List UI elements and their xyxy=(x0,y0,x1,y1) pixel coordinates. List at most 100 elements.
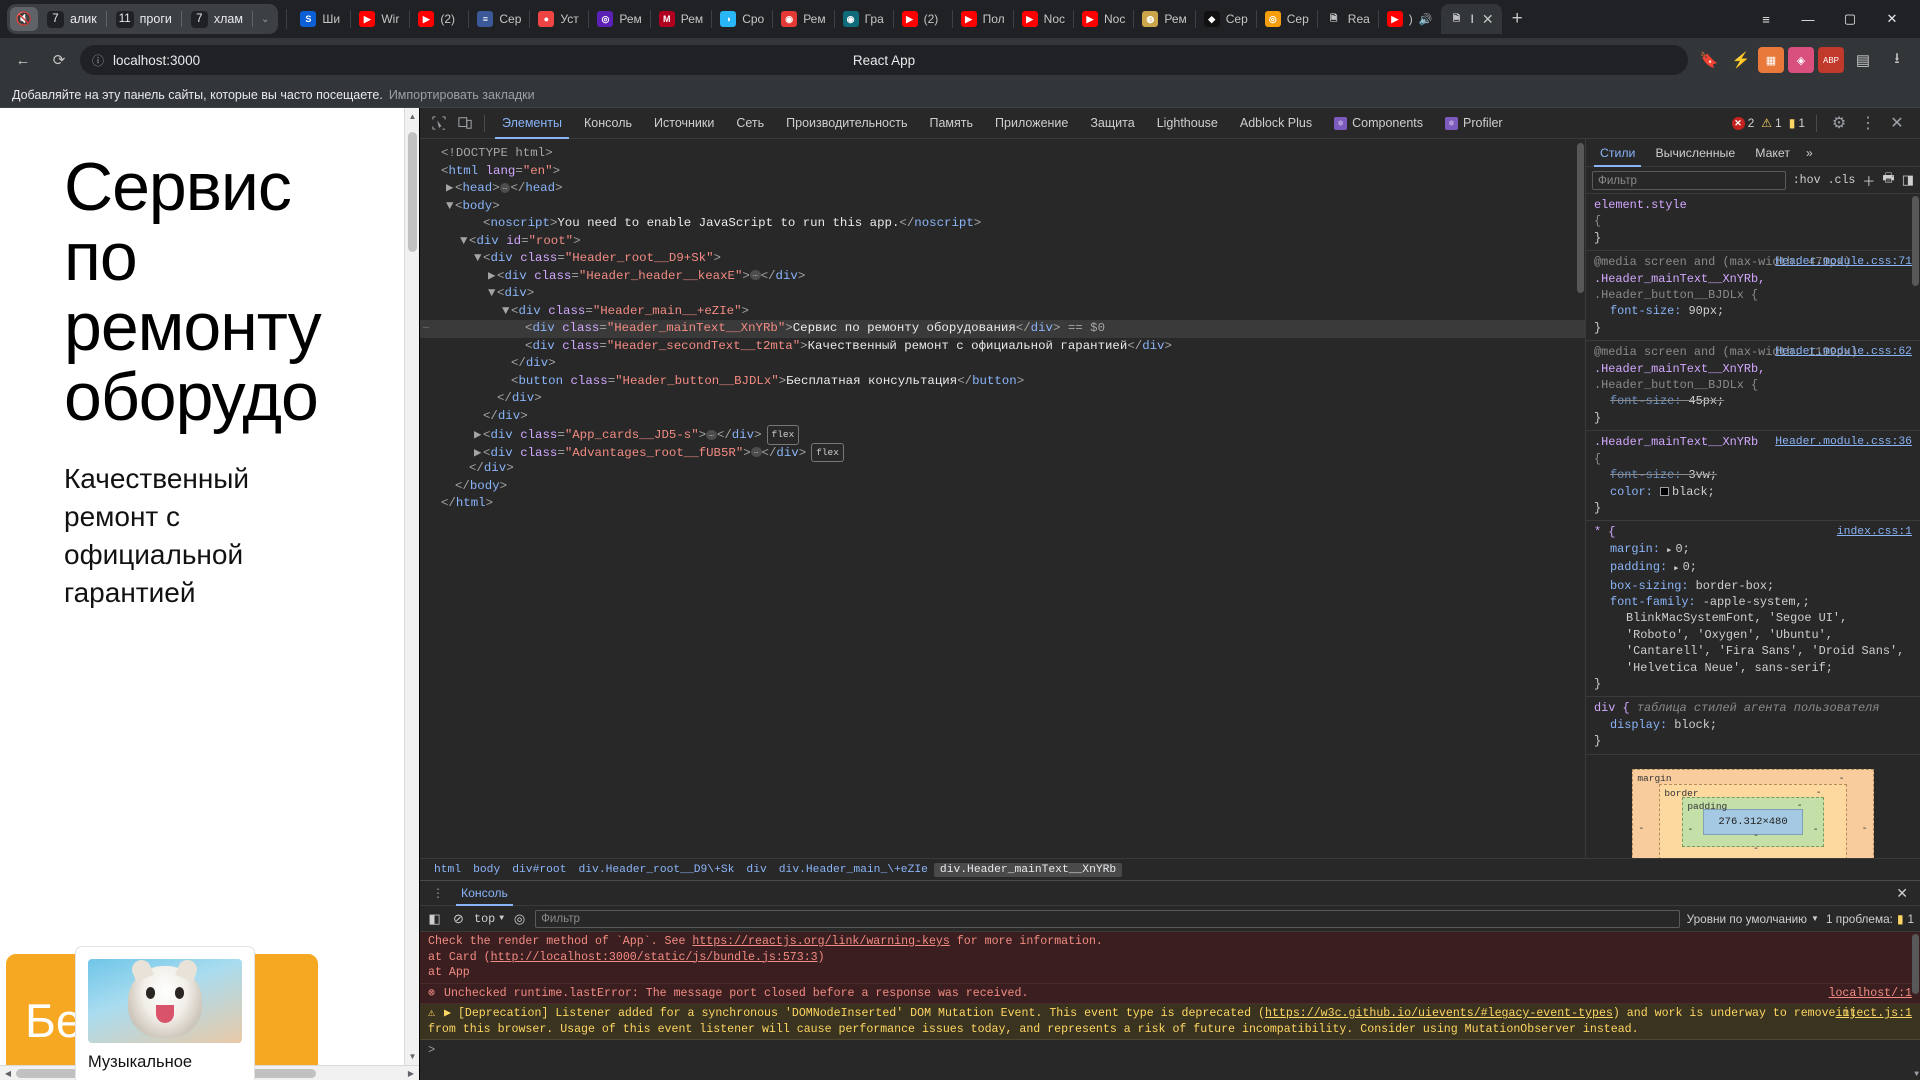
tab-10[interactable]: ▶ (2) xyxy=(894,4,952,34)
breadcrumb-item[interactable]: html xyxy=(428,863,467,877)
box-model-diagram[interactable]: margin - - - - border - - xyxy=(1586,755,1920,858)
live-expression-icon[interactable]: ◎ xyxy=(511,911,528,927)
console-message-warning[interactable]: inject.js:1 ⚠ ▶ [Deprecation] Listener add… xyxy=(420,1004,1920,1040)
tab-18[interactable]: ▶) 🔊 xyxy=(1379,4,1441,34)
tab-13[interactable]: ▶ Noc xyxy=(1074,4,1133,34)
tab-7[interactable]: ◑ Сро xyxy=(712,4,772,34)
devtools-tab-сеть[interactable]: Сеть xyxy=(725,108,775,139)
tab-3[interactable]: ≡ Сер xyxy=(469,4,529,34)
console-link[interactable]: https://reactjs.org/link/warning-keys xyxy=(692,935,949,948)
dom-line[interactable]: ▶ <div class="Header_header__keaxE">… </di… xyxy=(420,268,1585,286)
minimize-button[interactable]: — xyxy=(1788,4,1828,34)
user-agent-rule[interactable]: div { таблица стилей агента пользователя… xyxy=(1586,697,1920,755)
disclosure-triangle-icon[interactable]: ▶ xyxy=(488,268,497,286)
css-declaration[interactable]: 'Cantarell', 'Fira Sans', 'Droid Sans', xyxy=(1594,643,1912,659)
breadcrumb-item[interactable]: body xyxy=(467,863,506,877)
css-declaration[interactable]: font-size: 45px; xyxy=(1594,393,1912,409)
reload-icon[interactable]: ⟳ xyxy=(44,45,74,75)
rule-source-link[interactable]: index.css:1 xyxy=(1837,524,1912,540)
styles-scroll-thumb[interactable] xyxy=(1912,196,1919,286)
service-card[interactable]: Музыкальное xyxy=(76,947,254,1080)
disclosure-triangle-icon[interactable] xyxy=(516,320,525,338)
css-declaration[interactable]: color: black; xyxy=(1594,484,1912,500)
disclosure-triangle-icon[interactable] xyxy=(488,390,497,408)
tab-15[interactable]: ◆ Сер xyxy=(1196,4,1256,34)
devtools-tab-components[interactable]: ⚛ Components xyxy=(1323,108,1434,139)
dom-line[interactable]: ▼ <div class="Header_main__+eZIe"> xyxy=(420,303,1585,321)
devtools-tab-источники[interactable]: Источники xyxy=(643,108,725,139)
scroll-right-arrow-icon[interactable]: ▶ xyxy=(403,1066,419,1080)
tab-group-item-хлам[interactable]: 7 хлам xyxy=(184,7,250,31)
styles-filter-input[interactable]: Фильтр xyxy=(1592,170,1786,190)
css-declaration[interactable]: 'Roboto', 'Oxygen', 'Ubuntu', xyxy=(1594,627,1912,643)
dom-tree-pane[interactable]: <!DOCTYPE html> <html lang="en"> ▶ <head>…… xyxy=(420,139,1585,858)
dom-scroll-thumb[interactable] xyxy=(1577,143,1584,293)
universal-rule[interactable]: index.css:1 * {margin: ▶ 0; padding: ▶ 0; b… xyxy=(1586,521,1920,698)
devtools-tab-производительность[interactable]: Производительность xyxy=(775,108,918,139)
console-problems-indicator[interactable]: 1 проблема: ▮ 1 xyxy=(1826,912,1914,926)
dom-line[interactable]: </html> xyxy=(420,495,1585,513)
console-message-error[interactable]: localhost/:1 ⊗ Unchecked runtime.lastError… xyxy=(420,983,1920,1004)
disclosure-triangle-icon[interactable] xyxy=(432,495,441,513)
devtools-tab-lighthouse[interactable]: Lighthouse xyxy=(1146,108,1229,139)
devtools-tab-элементы[interactable]: Элементы xyxy=(491,108,573,139)
tab-17[interactable]: 🗎 Rea xyxy=(1318,4,1378,34)
console-prompt[interactable]: > xyxy=(420,1040,1920,1060)
dom-line[interactable]: </div> xyxy=(420,460,1585,478)
bookmark-icon[interactable]: 🔖 xyxy=(1694,45,1724,75)
error-count[interactable]: ✕ 2 xyxy=(1730,116,1757,130)
tab-16[interactable]: ◎ Сер xyxy=(1257,4,1317,34)
breadcrumb-item[interactable]: div#root xyxy=(506,863,572,877)
console-scroll-thumb[interactable] xyxy=(1912,934,1919,994)
disclosure-triangle-icon[interactable]: ▼ xyxy=(446,198,455,216)
collapsed-children-icon[interactable]: … xyxy=(706,429,717,440)
vertical-scroll-thumb[interactable] xyxy=(408,132,417,252)
back-arrow-icon[interactable]: ← xyxy=(8,45,38,75)
close-icon[interactable]: ✕ xyxy=(1884,110,1910,136)
close-button[interactable]: ✕ xyxy=(1872,4,1912,34)
tab-group-item-алик[interactable]: 7 алик xyxy=(40,7,104,31)
disclosure-triangle-icon[interactable] xyxy=(502,355,511,373)
dom-line[interactable]: <noscript>You need to enable JavaScript … xyxy=(420,215,1585,233)
styles-rules-list[interactable]: element.style{} Header.module.css:71 @medi… xyxy=(1586,194,1920,858)
css-declaration[interactable]: box-sizing: border-box; xyxy=(1594,578,1912,594)
rule-source-link[interactable]: Header.module.css:36 xyxy=(1775,434,1912,450)
console-scrollbar[interactable]: ▲ ▼ xyxy=(1911,932,1920,1080)
dom-line[interactable]: <html lang="en"> xyxy=(420,163,1585,181)
dom-line[interactable]: <div class="Header_mainText__XnYRb">Серв… xyxy=(420,318,1585,338)
breadcrumb-item[interactable]: div.Header_mainText__XnYRb xyxy=(933,862,1123,877)
maximize-button[interactable]: ▢ xyxy=(1830,4,1870,34)
dom-line[interactable]: <!DOCTYPE html> xyxy=(420,145,1585,163)
devtools-tab-adblock-plus[interactable]: Adblock Plus xyxy=(1229,108,1323,139)
kebab-menu-icon[interactable]: ⋮ xyxy=(424,886,452,900)
cls-toggle[interactable]: .cls xyxy=(1828,174,1856,187)
rule-selector[interactable]: .Header_mainText__XnYRb, xyxy=(1594,271,1912,287)
panel-icon[interactable]: ◨ xyxy=(1902,172,1914,188)
inspect-element-icon[interactable] xyxy=(426,110,452,136)
rule-selector[interactable]: div { таблица стилей агента пользователя xyxy=(1594,700,1912,716)
tab-active[interactable]: 🗎 I ✕ xyxy=(1440,4,1502,34)
breadcrumb-item[interactable]: div.Header_root__D9\+Sk xyxy=(572,863,740,877)
kebab-menu-icon[interactable]: ⋮ xyxy=(1855,110,1881,136)
tab-console[interactable]: Консоль xyxy=(452,881,517,906)
console-filter-input[interactable]: Фильтр xyxy=(535,909,1680,928)
disclosure-triangle-icon[interactable] xyxy=(502,373,511,391)
console-levels-selector[interactable]: Уровни по умолчанию ▼ xyxy=(1687,912,1819,926)
import-bookmarks-link[interactable]: Импортировать закладки xyxy=(389,88,535,102)
media-1199-rule[interactable]: Header.module.css:62 @media screen and (m… xyxy=(1586,341,1920,432)
disclosure-triangle-icon[interactable] xyxy=(432,145,441,163)
breadcrumb-item[interactable]: div.Header_main_\+eZIe xyxy=(773,863,934,877)
devtools-tab-память[interactable]: Память xyxy=(919,108,985,139)
media-479-rule[interactable]: Header.module.css:71 @media screen and (m… xyxy=(1586,251,1920,342)
tab-11[interactable]: ▶ Пол xyxy=(953,4,1013,34)
styles-tab-макет[interactable]: Макет xyxy=(1745,139,1800,167)
css-declaration[interactable]: display: block; xyxy=(1594,717,1912,733)
color-swatch[interactable] xyxy=(1659,486,1669,496)
console-link[interactable]: http://localhost:3000/static/js/bundle.j… xyxy=(491,951,818,964)
dom-line[interactable]: ▶ <div class="App_cards__JD5-s">… </div> fl… xyxy=(420,425,1585,445)
grid-extension-icon[interactable]: ▤ xyxy=(1848,45,1878,75)
console-message-source[interactable]: localhost/:1 xyxy=(1829,986,1913,1002)
disclosure-triangle-icon[interactable]: ▼ xyxy=(474,250,483,268)
dom-line[interactable]: ▼ <body> xyxy=(420,198,1585,216)
dom-line[interactable]: <button class="Header_button__BJDLx">Бес… xyxy=(420,373,1585,391)
